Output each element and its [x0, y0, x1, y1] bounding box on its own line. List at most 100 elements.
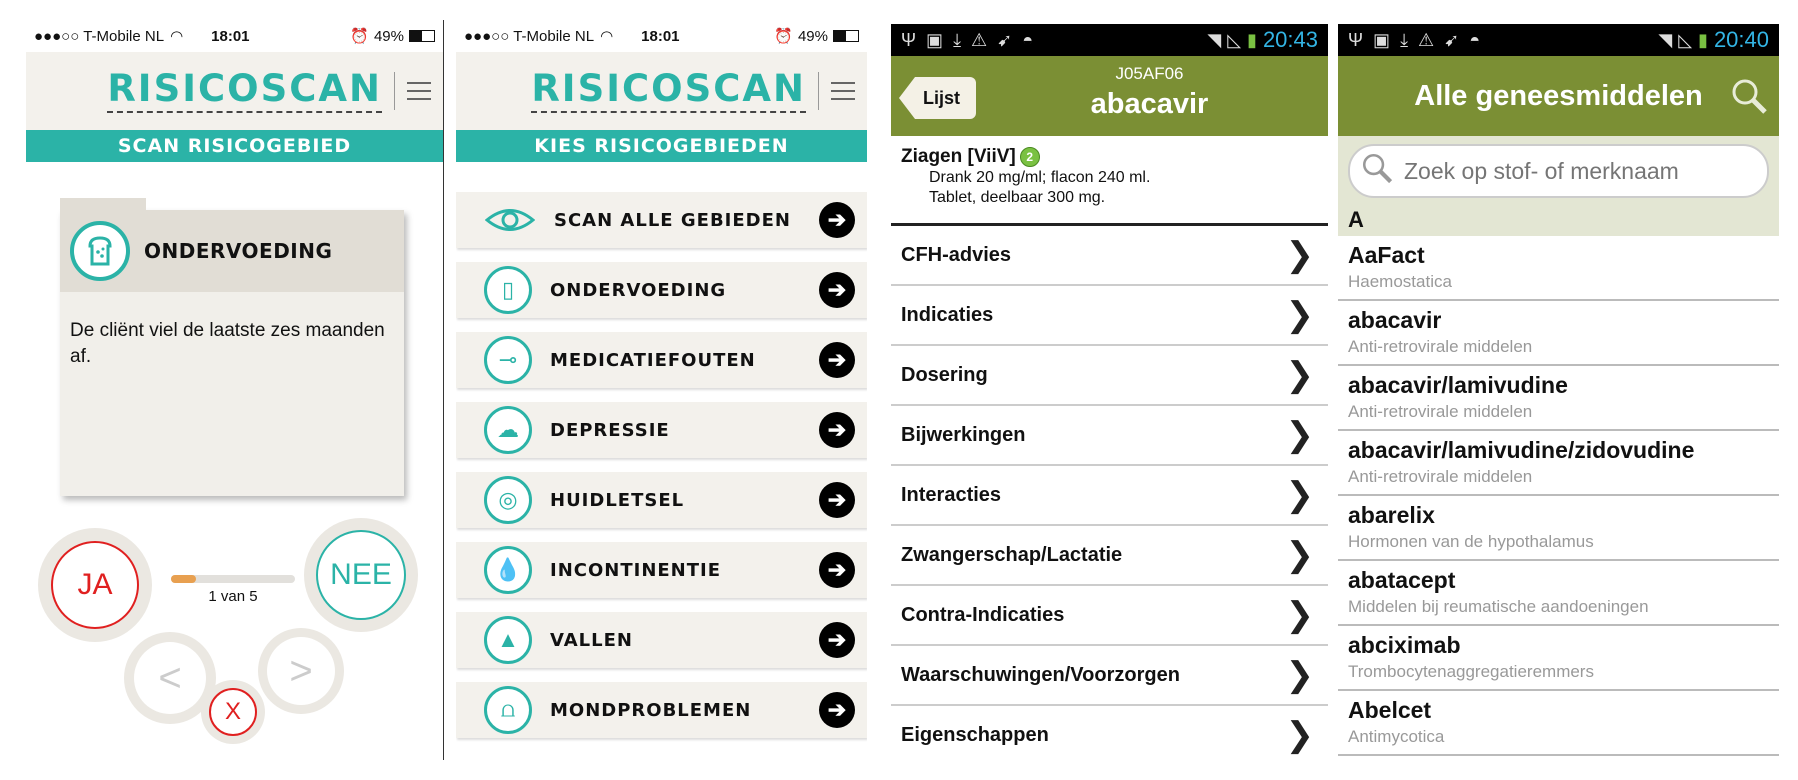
drug-category: Antimycotica	[1348, 727, 1445, 746]
download-icon: ⤓	[1400, 29, 1409, 50]
progress-fill	[171, 575, 196, 583]
list-item[interactable]: abciximab Trombocytenaggregatieremmers	[1338, 626, 1779, 691]
menu-item-dosering[interactable]: Dosering ❯	[891, 346, 1328, 406]
search-input[interactable]	[1404, 157, 1724, 185]
menu-item-eigenschappen[interactable]: Eigenschappen ❯	[891, 706, 1328, 760]
menu-icon[interactable]	[831, 82, 855, 100]
ios-status-bar: ●●●○○ T-Mobile NL ◠ 18:01 ⏰ 49%	[26, 20, 443, 52]
eye-icon	[484, 196, 536, 244]
chevron-right-icon: ❯	[1285, 356, 1315, 394]
header-divider	[394, 72, 395, 110]
risk-item-huidletsel[interactable]: ◎ HUIDLETSEL ➔	[456, 472, 867, 528]
menu-item-bijwerkingen[interactable]: Bijwerkingen ❯	[891, 406, 1328, 466]
formulation-line: Tablet, deelbaar 300 mg.	[929, 189, 1106, 206]
drug-name: abacavir/lamivudine/zidovudine	[1348, 437, 1695, 463]
section-banner: KIES RISICOGEBIEDEN	[456, 130, 867, 162]
menu-label: Interacties	[901, 483, 1002, 506]
card-tab	[60, 198, 146, 212]
search-icon[interactable]	[1729, 76, 1769, 124]
list-item[interactable]: AaFact Haemostatica	[1338, 236, 1779, 301]
drug-category: Haemostatica	[1348, 272, 1452, 291]
image-icon: ▣	[1373, 29, 1391, 50]
arrow-right-icon: ➔	[819, 202, 855, 238]
status-time: 20:43	[1262, 27, 1318, 52]
drug-name: abatacept	[1348, 567, 1456, 593]
list-item[interactable]: abacavir Anti-retrovirale middelen	[1338, 301, 1779, 366]
close-icon: X	[209, 688, 257, 736]
tooth-icon: ⩍	[484, 686, 532, 734]
no-button[interactable]: NEE	[304, 518, 418, 632]
yes-button[interactable]: JA	[38, 528, 152, 642]
status-time: 18:01	[641, 27, 680, 45]
risk-item-medicatiefouten[interactable]: ⊸ MEDICATIEFOUTEN ➔	[456, 332, 867, 388]
menu-item-zwangerschap[interactable]: Zwangerschap/Lactatie ❯	[891, 526, 1328, 586]
menu-label: CFH-advies	[901, 243, 1012, 266]
android-icon: ◓	[1469, 29, 1481, 50]
risk-item-ondervoeding[interactable]: ▯ ONDERVOEDING ➔	[456, 262, 867, 318]
menu-item-indicaties[interactable]: Indicaties ❯	[891, 286, 1328, 346]
drug-info: Ziagen [ViiV] 2 Drank 20 mg/ml; flacon 24…	[891, 136, 1328, 226]
drug-category: Anti-retrovirale middelen	[1348, 402, 1533, 421]
carrier-text: ●●●○○ T-Mobile NL	[34, 27, 165, 45]
menu-label: Zwangerschap/Lactatie	[901, 543, 1123, 566]
chevron-right-icon: ❯	[1285, 656, 1315, 694]
arrow-right-icon: ➔	[819, 552, 855, 588]
risk-item-scan-all[interactable]: SCAN ALLE GEBIEDEN ➔	[456, 192, 867, 248]
android-status-bar: Ψ ▣ ⤓ ⚠ ➹ ◓ ◥ ◺ ▮ 20:40	[1338, 24, 1779, 56]
menu-item-waarschuwingen[interactable]: Waarschuwingen/Voorzorgen ❯	[891, 646, 1328, 706]
chevron-right-icon: ❯	[1285, 236, 1315, 274]
bird-icon: ➹	[1444, 29, 1460, 50]
list-item[interactable]: Abelcet Antimycotica	[1338, 691, 1779, 756]
list-item[interactable]: abatacept Middelen bij reumatische aandoe…	[1338, 561, 1779, 626]
arrow-right-icon: ➔	[819, 272, 855, 308]
list-item[interactable]: abacavir/lamivudine/zidovudine Anti-retro…	[1338, 431, 1779, 496]
brand-name: Ziagen [ViiV]	[901, 146, 1016, 167]
menu-item-interacties[interactable]: Interacties ❯	[891, 466, 1328, 526]
risk-item-label: SCAN ALLE GEBIEDEN	[554, 209, 791, 231]
risk-item-incontinentie[interactable]: 💧 INCONTINENTIE ➔	[456, 542, 867, 598]
risk-item-vallen[interactable]: ▲ VALLEN ➔	[456, 612, 867, 668]
chevron-right-icon: ❯	[1285, 416, 1315, 454]
search-bar	[1338, 136, 1779, 204]
drug-category: Anti-retrovirale middelen	[1348, 467, 1533, 486]
arrow-right-icon: ➔	[819, 482, 855, 518]
bread-icon	[70, 221, 130, 281]
yes-label: JA	[51, 541, 139, 629]
risk-item-mondproblemen[interactable]: ⩍ MONDPROBLEMEN ➔	[456, 682, 867, 738]
arrow-right-icon: ➔	[819, 342, 855, 378]
drug-name: abacavir	[1090, 88, 1209, 120]
list-header: Alle geneesmiddelen	[1338, 56, 1779, 136]
pills-icon: ⊸	[484, 336, 532, 384]
alarm-icon: ⏰	[774, 28, 793, 45]
usb-icon: Ψ	[1348, 29, 1364, 50]
risicoscan-question-screen: ●●●○○ T-Mobile NL ◠ 18:01 ⏰ 49% RISICOSC…	[26, 20, 444, 760]
next-button[interactable]: >	[258, 628, 344, 714]
menu-item-cfh-advies[interactable]: CFH-advies ❯	[891, 226, 1328, 286]
close-button[interactable]: X	[201, 680, 265, 744]
menu-item-contra-indicaties[interactable]: Contra-Indicaties ❯	[891, 586, 1328, 646]
menu-label: Eigenschappen	[901, 723, 1049, 746]
menu-icon[interactable]	[407, 82, 431, 100]
risk-item-depressie[interactable]: ☁ DEPRESSIE ➔	[456, 402, 867, 458]
arrow-right-icon: ➔	[819, 412, 855, 448]
chevron-left-icon: <	[134, 642, 206, 714]
risk-item-label: ONDERVOEDING	[550, 279, 727, 301]
list-item[interactable]: abarelix Hormonen van de hypothalamus	[1338, 496, 1779, 561]
signal-icon: ◺	[1678, 29, 1693, 50]
search-field[interactable]	[1348, 144, 1769, 198]
menu-label: Bijwerkingen	[901, 423, 1026, 446]
signal-icon: ◺	[1227, 29, 1242, 50]
list-item[interactable]: abacavir/lamivudine Anti-retrovirale midd…	[1338, 366, 1779, 431]
risk-item-label: HUIDLETSEL	[550, 489, 685, 511]
chevron-right-icon: ❯	[1285, 716, 1315, 754]
detail-menu: CFH-advies ❯ Indicaties ❯ Dosering ❯ Bijwer…	[891, 226, 1328, 760]
battery-icon: ▮	[1698, 29, 1708, 50]
drug-name: abciximab	[1348, 632, 1461, 658]
arrow-right-icon: ➔	[819, 622, 855, 658]
battery-icon: ▮	[1247, 29, 1257, 50]
drug-detail-screen: Ψ ▣ ⤓ ⚠ ➹ ◓ ◥ ◺ ▮ 20:43 Lijst J05AF06 ab…	[891, 24, 1328, 760]
wifi-icon: ◠	[600, 28, 614, 45]
detail-header: Lijst J05AF06 abacavir	[891, 56, 1328, 136]
chevron-right-icon: ❯	[1285, 536, 1315, 574]
progress-bar	[171, 575, 295, 583]
